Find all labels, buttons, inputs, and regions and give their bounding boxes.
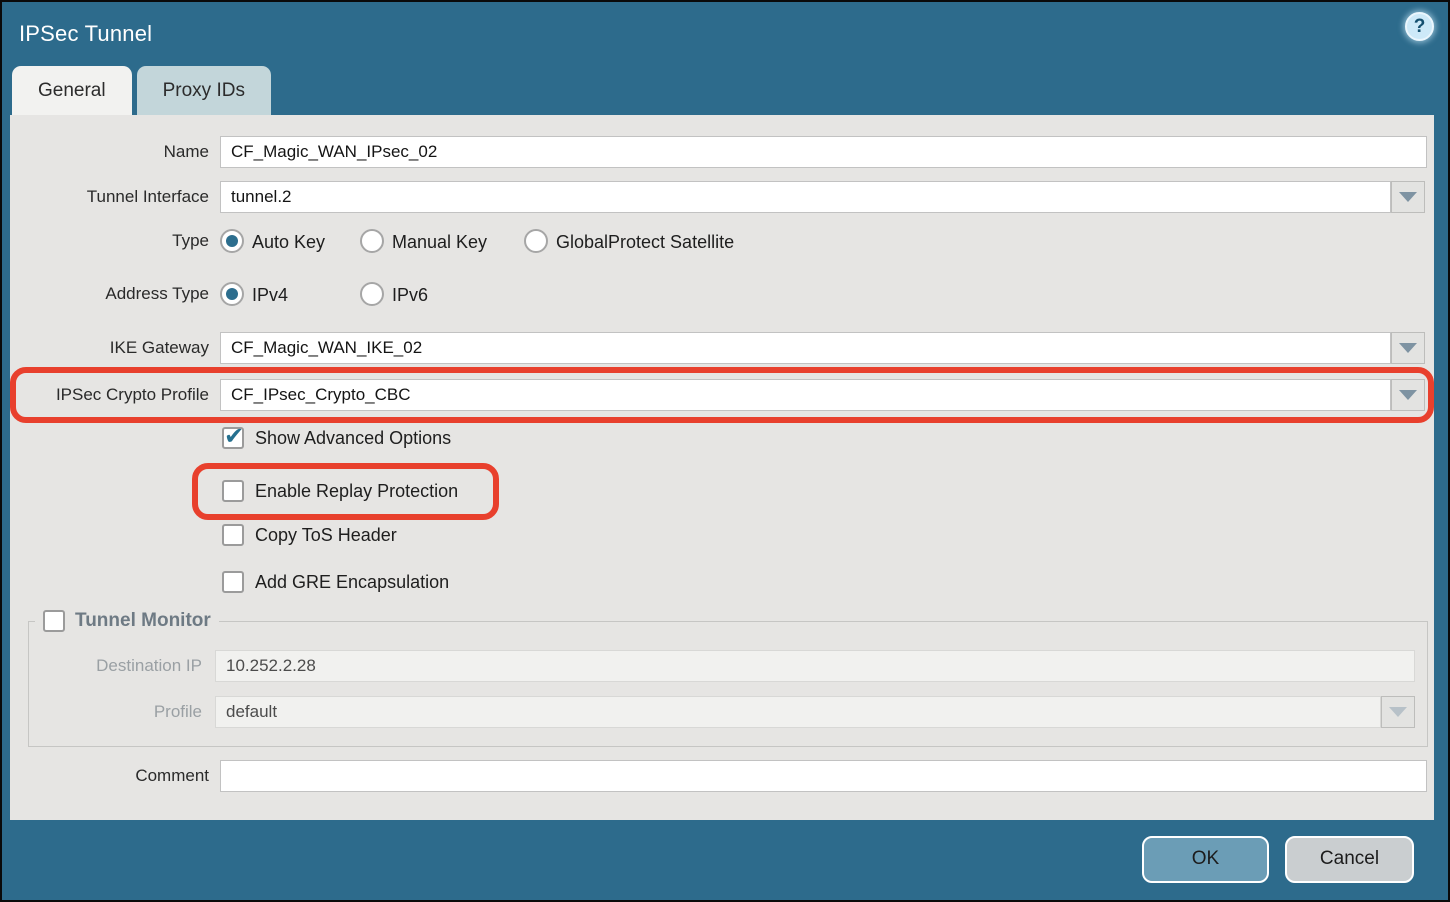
radio-globalprotect-satellite[interactable] [524, 229, 548, 253]
chevron-down-icon [1399, 390, 1417, 400]
destination-ip-input [215, 650, 1415, 682]
tab-general-label: General [38, 80, 106, 102]
destination-ip-label: Destination IP [10, 650, 202, 682]
radio-manual-key[interactable] [360, 229, 384, 253]
radio-ipv6-label: IPv6 [392, 282, 428, 308]
profile-label: Profile [10, 696, 202, 728]
enable-replay-protection-label: Enable Replay Protection [255, 478, 458, 504]
tunnel-monitor-checkbox[interactable] [43, 610, 65, 632]
help-icon[interactable]: ? [1405, 12, 1434, 41]
chevron-down-icon [1389, 707, 1407, 717]
dialog-titlebar: IPSec Tunnel [2, 2, 1448, 66]
show-advanced-options-checkbox[interactable] [222, 427, 244, 449]
address-type-label: Address Type [10, 281, 209, 307]
ipsec-crypto-profile-dropdown-button[interactable] [1391, 379, 1425, 411]
radio-globalprotect-satellite-label: GlobalProtect Satellite [556, 229, 734, 255]
radio-auto-key[interactable] [220, 229, 244, 253]
show-advanced-options-label: Show Advanced Options [255, 425, 451, 451]
tab-bar: General Proxy IDs [2, 66, 1448, 115]
chevron-down-icon [1399, 192, 1417, 202]
ok-button[interactable]: OK [1142, 836, 1269, 883]
enable-replay-protection-checkbox[interactable] [222, 480, 244, 502]
radio-auto-key-label: Auto Key [252, 229, 325, 255]
ipsec-tunnel-dialog: IPSec Tunnel ? General Proxy IDs Name Tu… [0, 0, 1450, 902]
profile-input [215, 696, 1381, 728]
add-gre-encapsulation-label: Add GRE Encapsulation [255, 569, 449, 595]
tunnel-monitor-label: Tunnel Monitor [75, 610, 211, 632]
name-input[interactable] [220, 136, 1427, 168]
tunnel-monitor-legend: Tunnel Monitor [35, 610, 219, 632]
ipsec-crypto-profile-input[interactable] [220, 379, 1391, 411]
dialog-footer: OK Cancel [2, 818, 1448, 900]
cancel-button[interactable]: Cancel [1285, 836, 1414, 883]
tunnel-interface-label: Tunnel Interface [10, 181, 209, 213]
ike-gateway-label: IKE Gateway [10, 332, 209, 364]
general-tab-panel: Name Tunnel Interface Type Auto Key Manu… [10, 115, 1434, 820]
radio-ipv4[interactable] [220, 282, 244, 306]
ike-gateway-dropdown-button[interactable] [1391, 332, 1425, 364]
dialog-title: IPSec Tunnel [19, 21, 152, 47]
tab-proxy-ids[interactable]: Proxy IDs [137, 66, 271, 115]
tab-general[interactable]: General [12, 66, 132, 115]
help-glyph: ? [1414, 16, 1426, 38]
radio-ipv4-label: IPv4 [252, 282, 288, 308]
profile-dropdown-button [1381, 696, 1415, 728]
ipsec-crypto-profile-label: IPSec Crypto Profile [10, 379, 209, 411]
tunnel-interface-input[interactable] [220, 181, 1391, 213]
copy-tos-header-label: Copy ToS Header [255, 522, 397, 548]
type-label: Type [10, 228, 209, 254]
tab-proxy-ids-label: Proxy IDs [163, 80, 245, 102]
ike-gateway-input[interactable] [220, 332, 1391, 364]
name-label: Name [10, 136, 209, 168]
tunnel-interface-dropdown-button[interactable] [1391, 181, 1425, 213]
radio-manual-key-label: Manual Key [392, 229, 487, 255]
add-gre-encapsulation-checkbox[interactable] [222, 571, 244, 593]
copy-tos-header-checkbox[interactable] [222, 524, 244, 546]
radio-ipv6[interactable] [360, 282, 384, 306]
comment-input[interactable] [220, 760, 1427, 792]
chevron-down-icon [1399, 343, 1417, 353]
comment-label: Comment [10, 760, 209, 792]
